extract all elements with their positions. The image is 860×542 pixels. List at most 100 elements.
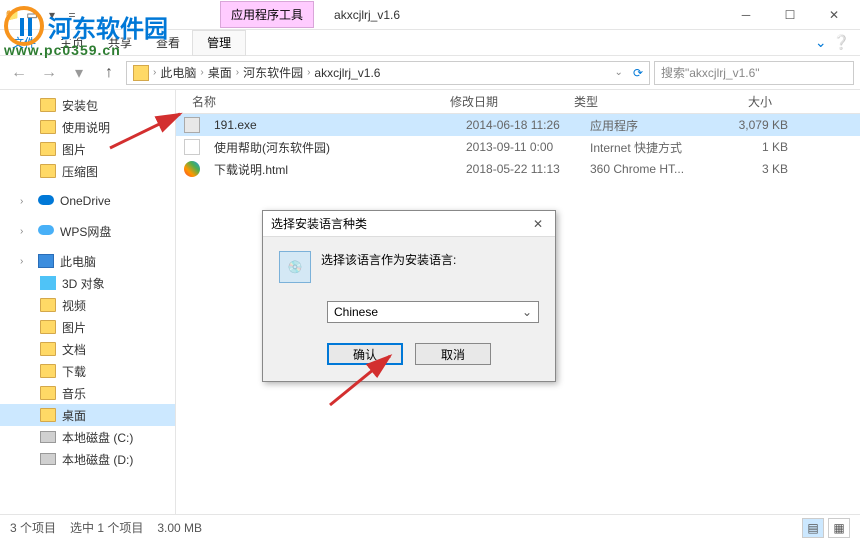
- tree-item[interactable]: 桌面: [0, 404, 175, 426]
- qat-copy-icon[interactable]: ▾: [44, 7, 60, 23]
- folder-icon: [40, 320, 56, 334]
- refresh-button[interactable]: ⟳: [633, 66, 643, 80]
- search-input[interactable]: 搜索"akxcjlrj_v1.6": [654, 61, 854, 85]
- tree-item[interactable]: 图片: [0, 138, 175, 160]
- tree-label: 本地磁盘 (D:): [62, 451, 133, 468]
- tree-item[interactable]: 音乐: [0, 382, 175, 404]
- dialog-close-button[interactable]: ✕: [529, 215, 547, 233]
- ribbon: 文件 主页 共享 查看 管理 ⌄ ❔: [0, 30, 860, 56]
- tree-label: 下载: [62, 363, 86, 380]
- col-type[interactable]: 类型: [566, 93, 700, 110]
- file-row[interactable]: 191.exe2014-06-18 11:26应用程序3,079 KB: [176, 114, 860, 136]
- file-size: 3 KB: [716, 162, 796, 176]
- window-title: akxcjlrj_v1.6: [324, 4, 410, 26]
- tree-item[interactable]: 安装包: [0, 94, 175, 116]
- tree-item[interactable]: 视频: [0, 294, 175, 316]
- col-size[interactable]: 大小: [700, 93, 780, 110]
- file-name: 下载说明.html: [206, 161, 458, 178]
- file-row[interactable]: 下载说明.html2018-05-22 11:13360 Chrome HT..…: [176, 158, 860, 180]
- tree-label: OneDrive: [60, 194, 111, 208]
- file-size: 1 KB: [716, 140, 796, 154]
- help-icon[interactable]: ❔: [833, 34, 850, 51]
- col-name[interactable]: 名称: [184, 93, 442, 110]
- breadcrumb-item[interactable]: 桌面: [208, 64, 232, 81]
- html-icon: [184, 161, 200, 177]
- onedrive-icon: [38, 195, 54, 207]
- status-bar: 3 个项目 选中 1 个项目 3.00 MB ▤ ▦: [0, 514, 860, 540]
- wps-cloud-icon: [38, 225, 54, 237]
- breadcrumb-item[interactable]: 河东软件园: [243, 64, 303, 81]
- nav-back-button[interactable]: ←: [6, 60, 32, 86]
- drive-icon: [40, 431, 56, 443]
- tab-home[interactable]: 主页: [48, 30, 96, 56]
- navigation-bar: ← → ▾ ↑ › 此电脑 › 桌面 › 河东软件园 › akxcjlrj_v1…: [0, 56, 860, 90]
- tree-item[interactable]: › OneDrive: [0, 190, 175, 212]
- nav-recent-dropdown[interactable]: ▾: [66, 60, 92, 86]
- tree-label: 压缩图: [62, 163, 98, 180]
- tree-item[interactable]: ›WPS网盘: [0, 220, 175, 242]
- file-menu[interactable]: 文件: [0, 30, 48, 56]
- tree-item[interactable]: 压缩图: [0, 160, 175, 182]
- breadcrumb[interactable]: › 此电脑 › 桌面 › 河东软件园 › akxcjlrj_v1.6 ⌄ ⟳: [126, 61, 650, 85]
- titlebar: 📁 ▭ ▾ = 应用程序工具 akxcjlrj_v1.6 ─ ☐ ✕: [0, 0, 860, 30]
- maximize-button[interactable]: ☐: [768, 1, 812, 29]
- status-selected-count: 选中 1 个项目: [70, 519, 143, 536]
- tab-view[interactable]: 查看: [144, 30, 192, 56]
- file-name: 191.exe: [206, 118, 458, 132]
- expand-icon[interactable]: ›: [20, 226, 32, 237]
- tree-item[interactable]: 文档: [0, 338, 175, 360]
- tree-label: 本地磁盘 (C:): [62, 429, 133, 446]
- tree-item[interactable]: 本地磁盘 (C:): [0, 426, 175, 448]
- tree-item[interactable]: › 此电脑: [0, 250, 175, 272]
- link-icon: [184, 139, 200, 155]
- language-dialog: 选择安装语言种类 ✕ 💿 选择该语言作为安装语言: Chinese ⌄ 确认 取…: [262, 210, 556, 382]
- status-item-count: 3 个项目: [10, 519, 56, 536]
- file-date: 2013-09-11 0:00: [458, 140, 582, 154]
- folder-icon: [40, 120, 56, 134]
- language-select[interactable]: Chinese ⌄: [327, 301, 539, 323]
- breadcrumb-item[interactable]: akxcjlrj_v1.6: [314, 66, 380, 80]
- tree-label: 图片: [62, 319, 86, 336]
- tree-item[interactable]: 3D 对象: [0, 272, 175, 294]
- column-headers[interactable]: 名称 修改日期 类型 大小: [176, 90, 860, 114]
- tree-item[interactable]: 本地磁盘 (D:): [0, 448, 175, 470]
- view-details-button[interactable]: ▤: [802, 518, 824, 538]
- exe-icon: [184, 117, 200, 133]
- breadcrumb-dropdown[interactable]: ⌄: [615, 67, 623, 78]
- tree-label: 使用说明: [62, 119, 110, 136]
- file-row[interactable]: 使用帮助(河东软件园)2013-09-11 0:00Internet 快捷方式1…: [176, 136, 860, 158]
- nav-up-button[interactable]: ↑: [96, 60, 122, 86]
- tree-label: 图片: [62, 141, 86, 158]
- tree-label: 桌面: [62, 407, 86, 424]
- expand-icon[interactable]: ›: [20, 256, 32, 267]
- status-size: 3.00 MB: [157, 521, 202, 535]
- nav-forward-button: →: [36, 60, 62, 86]
- folder-icon: [40, 342, 56, 356]
- folder-icon: [40, 164, 56, 178]
- tab-manage[interactable]: 管理: [192, 30, 246, 56]
- drive-icon: [40, 453, 56, 465]
- view-icons-button[interactable]: ▦: [828, 518, 850, 538]
- tree-item[interactable]: 使用说明: [0, 116, 175, 138]
- tab-share[interactable]: 共享: [96, 30, 144, 56]
- navigation-tree[interactable]: 安装包使用说明图片压缩图›OneDrive›WPS网盘›此电脑3D 对象视频图片…: [0, 90, 176, 514]
- qat-properties-icon[interactable]: ▭: [24, 7, 40, 23]
- minimize-button[interactable]: ─: [724, 1, 768, 29]
- tree-label: 此电脑: [60, 253, 96, 270]
- folder-icon: [40, 142, 56, 156]
- breadcrumb-item[interactable]: 此电脑: [160, 64, 196, 81]
- file-name: 使用帮助(河东软件园): [206, 139, 458, 156]
- file-date: 2018-05-22 11:13: [458, 162, 582, 176]
- folder-icon: [40, 298, 56, 312]
- tree-item[interactable]: 图片: [0, 316, 175, 338]
- cancel-button[interactable]: 取消: [415, 343, 491, 365]
- dialog-message: 选择该语言作为安装语言:: [321, 251, 456, 268]
- ribbon-expand-icon[interactable]: ⌄: [815, 34, 827, 51]
- tree-label: 3D 对象: [62, 275, 105, 292]
- dialog-titlebar[interactable]: 选择安装语言种类 ✕: [263, 211, 555, 237]
- tree-item[interactable]: 下载: [0, 360, 175, 382]
- col-date[interactable]: 修改日期: [442, 93, 566, 110]
- close-button[interactable]: ✕: [812, 1, 856, 29]
- expand-icon[interactable]: ›: [20, 196, 32, 207]
- ok-button[interactable]: 确认: [327, 343, 403, 365]
